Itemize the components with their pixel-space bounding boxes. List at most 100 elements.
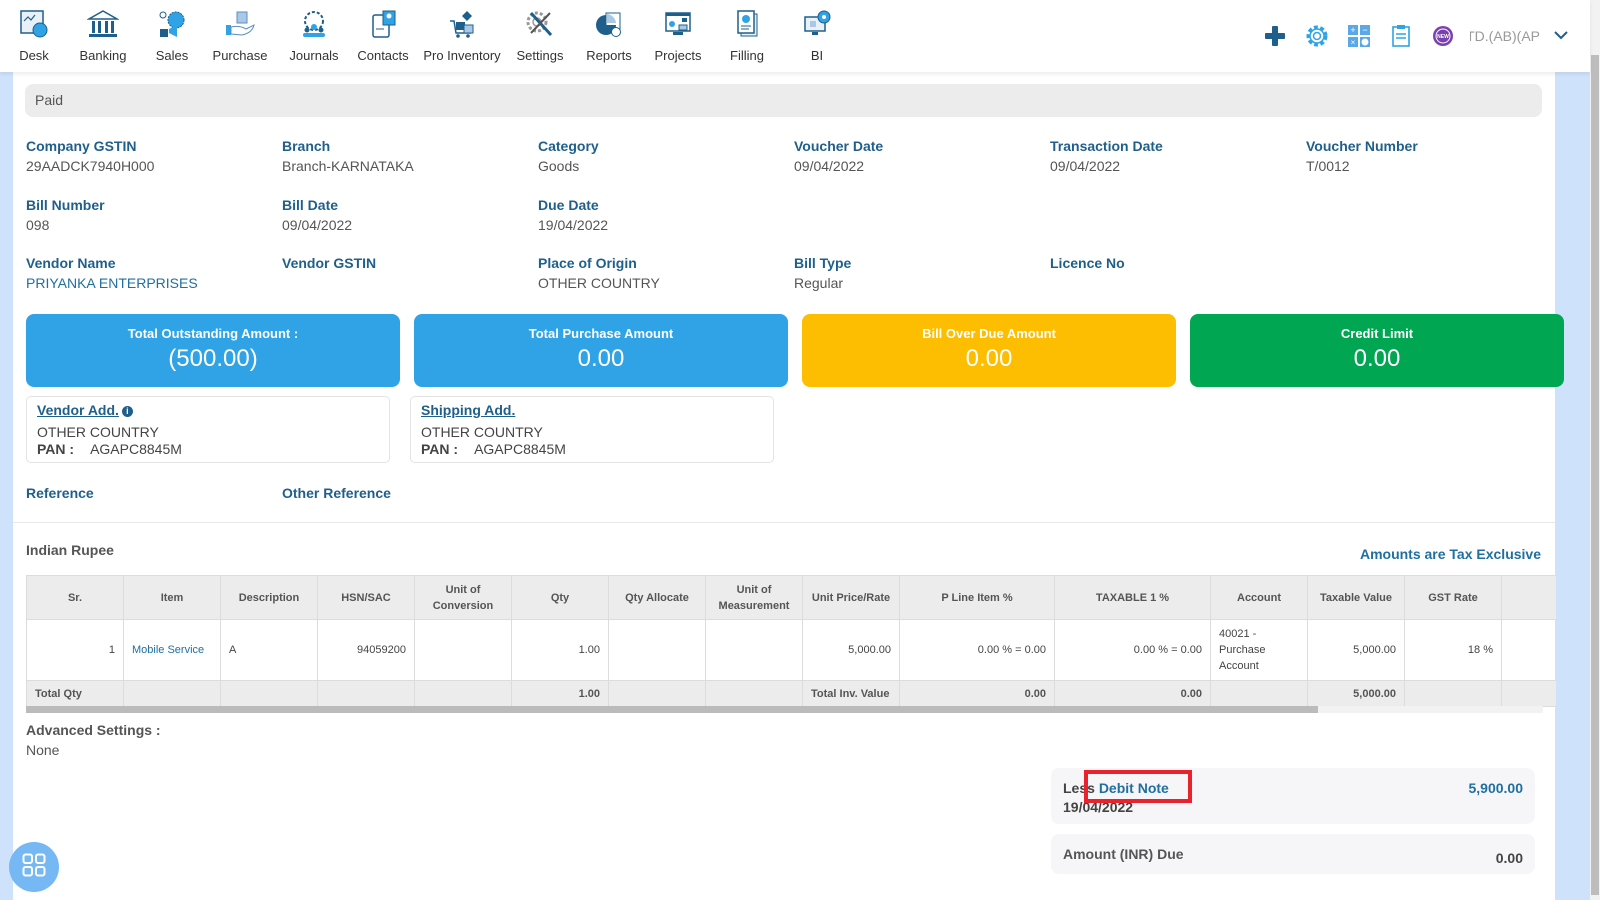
vendor-name-link[interactable]: PRIYANKA ENTERPRISES (26, 274, 266, 292)
field-value: OTHER COUNTRY (538, 275, 660, 291)
svg-text:−: − (1362, 25, 1367, 35)
journals-icon (296, 6, 332, 42)
field-value: 09/04/2022 (1050, 158, 1121, 174)
field-value: Goods (538, 158, 580, 174)
vendor-address-link[interactable]: Vendor Add. (37, 402, 119, 418)
col-taxable-1: TAXABLE 1 % (1054, 575, 1211, 620)
pan-row: PAN : AGAPC8845M (421, 441, 763, 457)
total-qty-label: Total Qty (26, 680, 124, 707)
nav-label: Projects (654, 48, 702, 63)
col-description: Description (220, 575, 318, 620)
nav-settings[interactable]: Settings (502, 0, 578, 72)
contacts-icon (365, 6, 401, 42)
amount-due-label: Amount (INR) Due (1063, 846, 1184, 862)
cell-p-line: 0.00 % = 0.00 (899, 619, 1055, 681)
bank-icon (85, 6, 121, 42)
col-p-line-item: P Line Item % (899, 575, 1055, 620)
nav-projects[interactable]: Projects (640, 0, 716, 72)
field-value: 09/04/2022 (794, 158, 865, 174)
nav-desk[interactable]: Desk (10, 0, 58, 72)
nav-label: Filling (730, 48, 764, 63)
nav-journals[interactable]: Journals (284, 0, 344, 72)
reports-icon (591, 6, 627, 42)
shipping-address-link[interactable]: Shipping Add. (421, 402, 515, 418)
cell-uom (705, 619, 803, 681)
nav-label: Settings (516, 48, 564, 63)
card-value: 0.00 (1353, 345, 1401, 372)
gear-icon[interactable] (1302, 21, 1332, 51)
less-prefix: Less (1063, 780, 1095, 796)
vertical-scrollbar[interactable] (1590, 0, 1600, 900)
nav-sales[interactable]: Sales (148, 0, 196, 72)
desk-icon (16, 6, 52, 42)
cell-empty (123, 680, 221, 707)
table-row: 1 Mobile Service A 94059200 1.00 5,000.0… (26, 619, 1556, 681)
inventory-icon (444, 6, 480, 42)
apps-menu-button[interactable] (9, 842, 59, 892)
calculator-icon[interactable]: + − × (1344, 21, 1374, 51)
field-label: Company GSTIN (26, 138, 137, 154)
bill-detail-panel: Paid Company GSTIN 29AADCK7940H000 Branc… (13, 72, 1564, 900)
card-credit-limit: Credit Limit 0.00 (1190, 314, 1564, 387)
nav-reports[interactable]: Reports (578, 0, 640, 72)
field-label: Due Date (538, 197, 599, 213)
nav-label: Sales (155, 48, 189, 63)
cell-empty (1210, 680, 1308, 707)
clipboard-icon[interactable] (1386, 21, 1416, 51)
currency-label: Indian Rupee (26, 542, 114, 558)
nav-banking[interactable]: Banking (58, 0, 148, 72)
purchase-icon (222, 6, 258, 42)
pan-value: AGAPC8845M (474, 441, 566, 457)
field-value: 09/04/2022 (282, 217, 353, 233)
address-line: OTHER COUNTRY (37, 424, 159, 440)
info-icon[interactable]: i (121, 406, 133, 417)
field-value: Branch-KARNATAKA (282, 158, 414, 174)
svg-text:NEW: NEW (1437, 34, 1449, 40)
field-value: Regular (794, 275, 844, 291)
new-badge-icon[interactable]: NEW (1428, 21, 1458, 51)
projects-icon (660, 6, 696, 42)
add-icon[interactable] (1260, 21, 1290, 51)
cell-empty (414, 680, 512, 707)
scrollbar-thumb[interactable] (26, 706, 1318, 713)
field-voucher-number: Voucher Number T/0012 (1306, 137, 1546, 175)
debit-note-summary: Less Debit Note 19/04/2022 5,900.00 (1051, 768, 1535, 824)
company-selector[interactable]: TD.(AB)(AP (1470, 28, 1540, 44)
col-item: Item (123, 575, 221, 620)
cell-unit-price: 5,000.00 (802, 619, 900, 681)
col-unit-conversion: Unit of Conversion (414, 575, 512, 620)
cell-item-link[interactable]: Mobile Service (123, 619, 221, 681)
nav-label: Contacts (357, 48, 409, 63)
bi-icon (799, 6, 835, 42)
field-label: Bill Number (26, 197, 105, 213)
card-total-purchase: Total Purchase Amount 0.00 (414, 314, 788, 387)
advanced-settings-label: Advanced Settings : (26, 722, 161, 738)
pan-value: AGAPC8845M (90, 441, 182, 457)
cell-unit-conversion (414, 619, 512, 681)
nav-contacts[interactable]: Contacts (344, 0, 422, 72)
scrollbar-thumb[interactable] (1591, 55, 1599, 895)
field-licence-no: Licence No (1050, 254, 1290, 274)
nav-bi[interactable]: BI (778, 0, 856, 72)
total-inv-label: Total Inv. Value (802, 680, 900, 707)
field-label: Licence No (1050, 255, 1125, 271)
col-qty-allocate: Qty Allocate (608, 575, 706, 620)
chevron-down-icon[interactable] (1554, 27, 1568, 45)
nav-purchase[interactable]: Purchase (196, 0, 284, 72)
field-bill-type: Bill Type Regular (794, 254, 1034, 292)
amount-due-summary: Amount (INR) Due 0.00 (1051, 834, 1535, 874)
pan-row: PAN : AGAPC8845M (37, 441, 379, 457)
nav-pro-inventory[interactable]: Pro Inventory (422, 0, 502, 72)
field-value: 29AADCK7940H000 (26, 158, 155, 174)
cell-empty (1404, 680, 1502, 707)
card-title: Total Purchase Amount (528, 326, 674, 341)
table-horizontal-scrollbar[interactable] (26, 706, 1543, 713)
field-voucher-date: Voucher Date 09/04/2022 (794, 137, 1034, 175)
amount-due-value: 0.00 (1495, 850, 1523, 866)
field-bill-number: Bill Number 098 (26, 196, 266, 234)
nav-filling[interactable]: Filling (716, 0, 778, 72)
filling-icon (729, 6, 765, 42)
card-value: 0.00 (965, 345, 1013, 372)
sales-icon (154, 6, 190, 42)
debit-note-link[interactable]: Debit Note (1099, 780, 1169, 796)
